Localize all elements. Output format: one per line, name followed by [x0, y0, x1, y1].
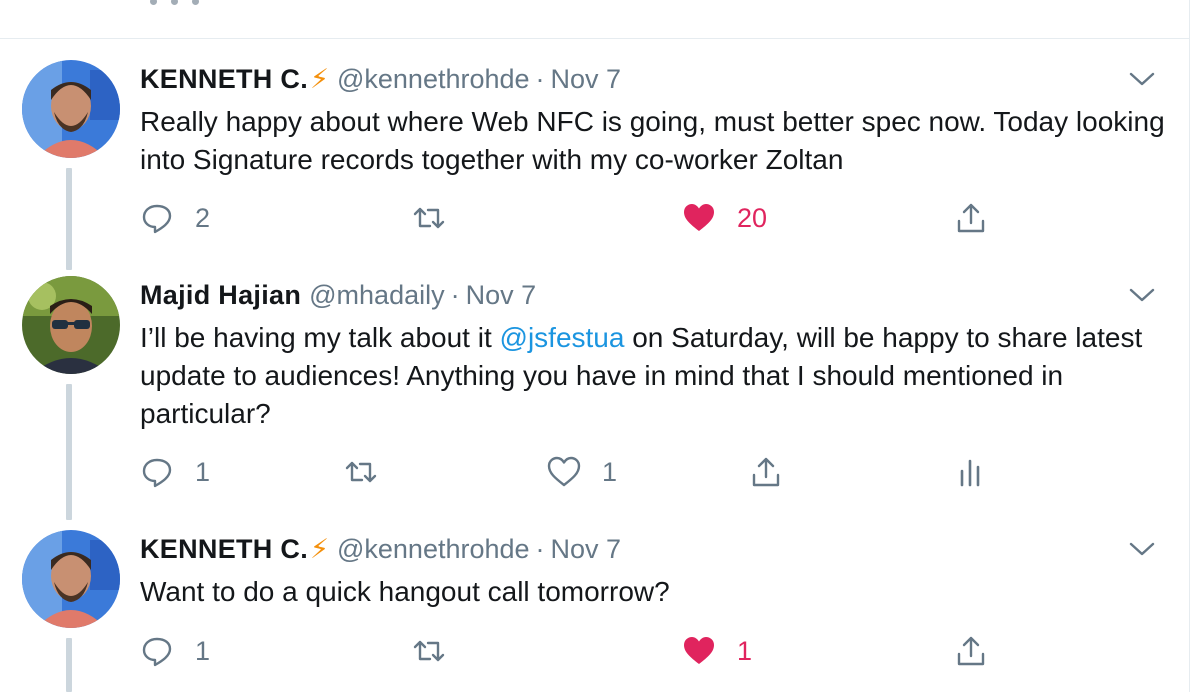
retweet-icon	[411, 633, 447, 669]
reply-button[interactable]: 1	[139, 631, 210, 671]
separator: ·	[535, 534, 545, 564]
reply-icon	[139, 633, 175, 669]
lightning-emoji: ⚡	[310, 534, 329, 564]
like-icon	[681, 633, 717, 669]
like-button[interactable]: 1	[681, 631, 752, 671]
share-button[interactable]	[953, 631, 989, 671]
display-name[interactable]: KENNETH C.	[140, 534, 308, 564]
reply-count: 1	[195, 635, 211, 666]
tweet-actions: 1 1	[0, 631, 1190, 671]
tweet-date[interactable]: Nov 7	[551, 534, 622, 564]
tweet[interactable]: KENNETH C.⚡ @kennethrohde · Nov 7 Want to d…	[0, 0, 1190, 692]
tweet-text: Want to do a quick hangout call tomorrow…	[140, 576, 670, 607]
tweet-thread: KENNETH C.⚡ @kennethrohde · Nov 7 Really ha…	[0, 0, 1202, 692]
share-icon	[953, 633, 989, 669]
avatar[interactable]	[22, 530, 120, 628]
retweet-button[interactable]	[411, 631, 447, 671]
chevron-down-icon[interactable]	[1128, 540, 1158, 560]
like-count: 1	[737, 635, 753, 666]
user-handle[interactable]: @kennethrohde	[337, 534, 530, 564]
tweet-header: KENNETH C.⚡ @kennethrohde · Nov 7	[140, 532, 621, 566]
